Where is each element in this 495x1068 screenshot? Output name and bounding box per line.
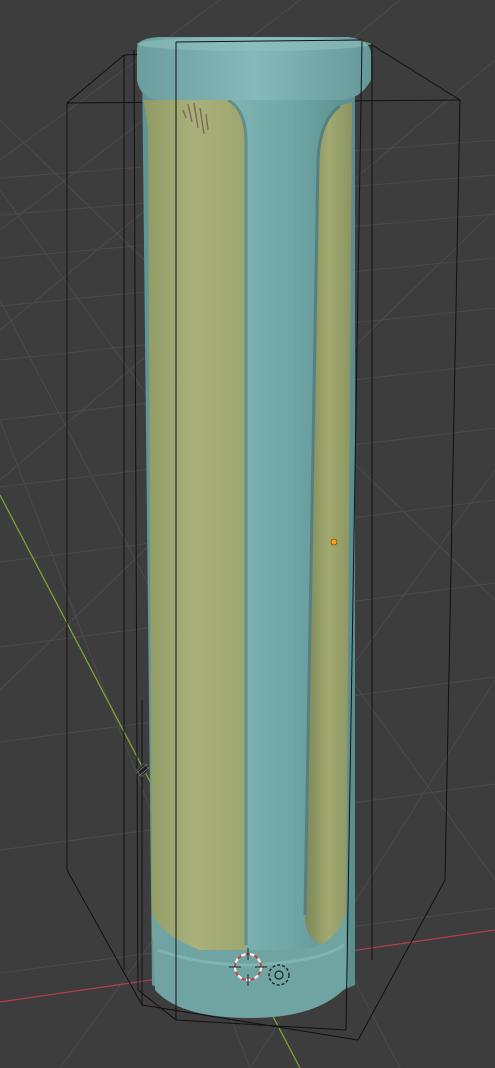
top-cap-rim	[137, 37, 371, 51]
origin-marker[interactable]	[330, 538, 338, 546]
3d-viewport[interactable]	[0, 0, 495, 1068]
left-panel	[142, 100, 246, 968]
cylinder-mesh[interactable]	[137, 37, 371, 1018]
viewport-canvas[interactable]	[0, 0, 495, 1068]
